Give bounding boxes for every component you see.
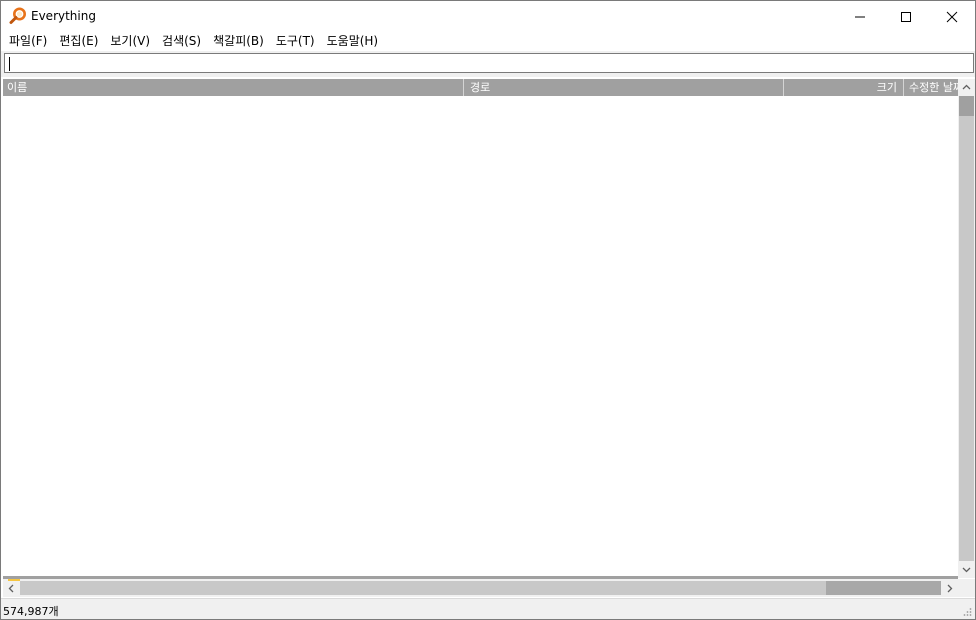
horizontal-scroll-thumb[interactable] [20, 581, 826, 595]
chevron-up-icon [962, 84, 971, 90]
magnifier-app-icon [9, 7, 27, 25]
maximize-button[interactable] [883, 1, 929, 32]
chevron-right-icon [947, 584, 953, 592]
text-caret [9, 57, 10, 71]
scroll-up-button[interactable] [958, 79, 975, 96]
vertical-scroll-track[interactable] [959, 116, 974, 561]
search-bar [1, 51, 975, 77]
column-header-modified[interactable]: 수정한 날짜 [904, 79, 958, 96]
chevron-down-icon [962, 567, 971, 573]
column-header-path[interactable]: 경로 [464, 79, 784, 96]
minimize-icon [855, 16, 865, 17]
horizontal-scrollbar[interactable] [3, 579, 975, 597]
window-title: Everything [31, 9, 96, 23]
scroll-left-button[interactable] [3, 579, 20, 597]
vertical-scrollbar[interactable] [958, 79, 975, 578]
scroll-down-button[interactable] [958, 561, 975, 578]
everything-window: Everything 파일(F) 편집(E) 보기(V) 검색(S) 책갈피(B… [0, 0, 976, 620]
result-count: 574,987개 [3, 605, 59, 618]
menu-help[interactable]: 도움말(H) [321, 32, 385, 51]
title-bar[interactable]: Everything [1, 1, 975, 32]
maximize-icon [901, 11, 911, 22]
close-icon [946, 11, 958, 22]
chevron-left-icon [8, 584, 14, 592]
vertical-scroll-thumb[interactable] [959, 96, 974, 116]
search-input[interactable] [4, 53, 974, 73]
resize-grip-icon[interactable] [962, 607, 972, 617]
column-header-name[interactable]: 이름 [3, 79, 464, 96]
menu-view[interactable]: 보기(V) [104, 32, 156, 51]
status-bar: 574,987개 [1, 598, 975, 619]
column-header: 이름 경로 크기 수정한 날짜 [3, 79, 958, 96]
menu-search[interactable]: 검색(S) [156, 32, 207, 51]
horizontal-scroll-track[interactable] [826, 581, 941, 595]
menu-bar: 파일(F) 편집(E) 보기(V) 검색(S) 책갈피(B) 도구(T) 도움말… [1, 32, 975, 51]
minimize-button[interactable] [837, 1, 883, 32]
menu-tools[interactable]: 도구(T) [270, 32, 321, 51]
menu-edit[interactable]: 편집(E) [53, 32, 104, 51]
close-button[interactable] [929, 1, 975, 32]
menu-file[interactable]: 파일(F) [3, 32, 53, 51]
scroll-right-button[interactable] [941, 579, 958, 597]
menu-bookmarks[interactable]: 책갈피(B) [207, 32, 270, 51]
column-header-size[interactable]: 크기 [784, 79, 904, 96]
results-list[interactable] [3, 96, 958, 576]
